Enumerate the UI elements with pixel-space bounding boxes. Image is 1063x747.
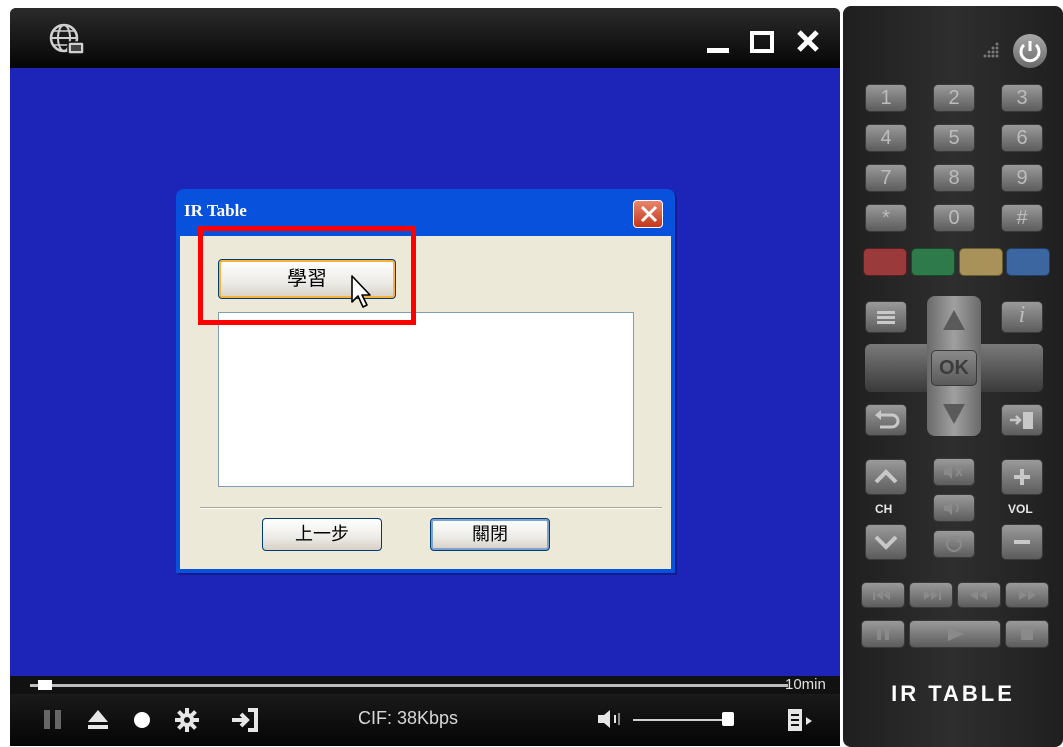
exit-login-icon[interactable] [230, 706, 260, 739]
back-button[interactable]: 上一步 [262, 518, 382, 551]
skip-back-icon [873, 590, 890, 600]
chevron-down-icon [874, 535, 898, 550]
remote-key-3[interactable]: 3 [1001, 84, 1043, 112]
volume-down-key[interactable] [1001, 524, 1043, 560]
remote-key-1[interactable]: 1 [865, 84, 907, 112]
channel-label: CH [875, 502, 893, 516]
remote-key-7[interactable]: 7 [865, 164, 907, 192]
remote-back-key[interactable] [865, 404, 907, 436]
remote-exit-key[interactable] [1001, 404, 1043, 436]
remote-key-2[interactable]: 2 [933, 84, 975, 112]
maximize-icon[interactable] [747, 26, 777, 56]
skip-back-key[interactable] [861, 582, 905, 608]
remote-key-9[interactable]: 9 [1001, 164, 1043, 192]
remote-yellow-key[interactable] [959, 248, 1003, 276]
signal-dots-icon [973, 40, 1003, 60]
minus-icon [1014, 540, 1030, 544]
chevron-up-icon [874, 469, 898, 484]
remote-control-panel: 1 2 3 4 5 6 7 8 9 * 0 # i OK CH VOL IR T… [843, 6, 1063, 747]
rewind-key[interactable] [957, 582, 1001, 608]
dpad-ok-button[interactable]: OK [931, 350, 977, 386]
power-button[interactable] [1013, 34, 1047, 68]
media-player-window: IR Table 學習 上一步 關閉 10min CIF: 38Kbps [10, 8, 840, 746]
return-arrow-icon [875, 410, 900, 429]
play-icon [948, 627, 964, 641]
dpad-up-arrow-icon[interactable] [939, 306, 969, 334]
remote-pause-key[interactable] [861, 620, 905, 648]
refresh-icon [946, 536, 962, 552]
remote-info-key[interactable]: i [1001, 301, 1043, 333]
remote-red-key[interactable] [863, 248, 907, 276]
volume-label: VOL [1008, 502, 1033, 516]
remote-key-6[interactable]: 6 [1001, 124, 1043, 152]
globe-tv-icon [48, 22, 88, 58]
progress-duration: 10min [785, 676, 826, 693]
close-x-icon [640, 205, 658, 223]
skip-forward-key[interactable] [909, 582, 953, 608]
remote-key-8[interactable]: 8 [933, 164, 975, 192]
fast-forward-icon [1019, 590, 1036, 600]
remote-brand-label: IR TABLE [891, 681, 1015, 706]
volume-icon[interactable] [595, 706, 629, 737]
ir-code-list[interactable] [218, 312, 634, 487]
dialog-separator [200, 507, 662, 509]
bitrate-status: CIF: 38Kbps [358, 708, 459, 728]
minimize-icon[interactable] [703, 26, 733, 56]
remote-stop-key[interactable] [1005, 620, 1049, 648]
remote-key-0[interactable]: 0 [933, 204, 975, 232]
remote-mute-key[interactable] [933, 458, 975, 486]
fast-forward-key[interactable] [1005, 582, 1049, 608]
skip-forward-icon [924, 590, 941, 600]
speaker-icon [944, 501, 959, 515]
close-button[interactable]: 關閉 [430, 518, 550, 551]
remote-key-4[interactable]: 4 [865, 124, 907, 152]
channel-up-key[interactable] [865, 459, 907, 495]
remote-key-hash[interactable]: # [1001, 204, 1043, 232]
dialog-close-button[interactable] [633, 200, 663, 228]
progress-knob[interactable] [37, 680, 52, 690]
volume-up-key[interactable] [1001, 459, 1043, 495]
close-icon[interactable] [793, 26, 823, 56]
remote-menu-key[interactable] [865, 301, 907, 333]
mouse-pointer-icon [350, 274, 374, 315]
eject-icon[interactable] [85, 706, 111, 737]
menu-icon [877, 311, 895, 324]
settings-gear-icon[interactable] [173, 706, 201, 739]
remote-blue-key[interactable] [1006, 248, 1050, 276]
power-icon [1019, 41, 1041, 63]
volume-slider[interactable] [633, 719, 733, 721]
progress-bar[interactable]: 10min [10, 676, 840, 694]
progress-track[interactable] [30, 684, 788, 687]
volume-knob[interactable] [722, 712, 734, 726]
record-icon[interactable] [129, 706, 155, 737]
exit-door-icon [1010, 412, 1033, 429]
dialog-title: IR Table [184, 201, 247, 220]
channel-down-key[interactable] [865, 524, 907, 560]
remote-audio-key[interactable] [933, 494, 975, 522]
mute-icon [944, 465, 963, 479]
control-bar: CIF: 38Kbps [10, 694, 840, 746]
remote-refresh-key[interactable] [933, 530, 975, 558]
dpad-down-arrow-icon[interactable] [939, 400, 969, 428]
pause-icon [877, 628, 889, 640]
pause-icon[interactable] [40, 706, 66, 737]
title-bar[interactable] [10, 8, 840, 68]
highlight-box [198, 226, 416, 325]
remote-key-5[interactable]: 5 [933, 124, 975, 152]
remote-key-star[interactable]: * [865, 204, 907, 232]
remote-play-key[interactable] [909, 620, 1001, 648]
stop-icon [1021, 628, 1033, 640]
playlist-icon[interactable] [785, 706, 815, 739]
plus-icon [1014, 469, 1030, 485]
remote-green-key[interactable] [911, 248, 955, 276]
rewind-icon [970, 590, 987, 600]
